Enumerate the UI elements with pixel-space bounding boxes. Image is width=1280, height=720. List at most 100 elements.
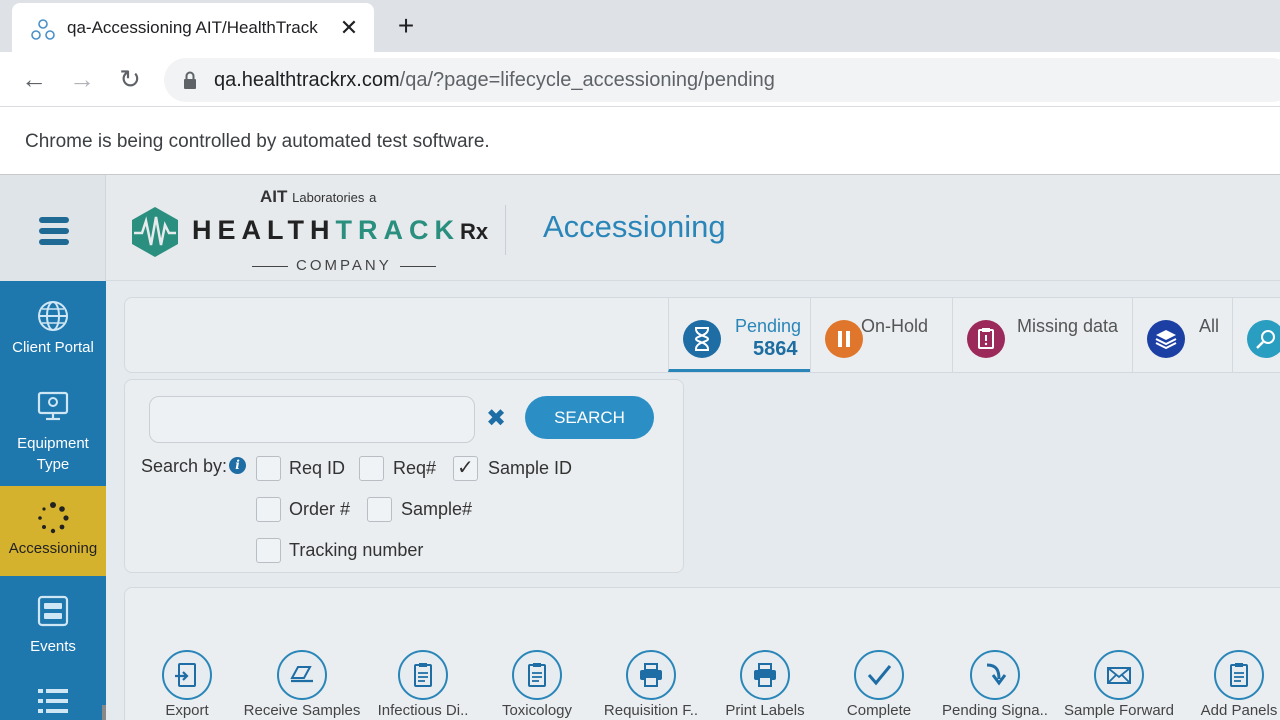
receive-samples-button[interactable]: Receive Samples [241,650,363,719]
arrow-down-icon [986,663,1007,686]
action-label: Print Labels [725,702,805,719]
tab-label: Pending [735,316,802,336]
clipboard-icon [1230,663,1248,687]
search-input[interactable] [149,396,475,443]
checkbox-label: Req# [393,458,437,478]
tab-label: On-Hold [861,316,929,336]
complete-button[interactable]: Complete [819,650,939,719]
search-panel: ✖ SEARCH Search by: i Req ID Req# Sample… [124,379,684,573]
globe-icon [38,301,68,331]
actions-panel: Export Receive Samples Infectious Di.. T… [124,587,1280,720]
add-panels-button[interactable]: Add Panels [1179,650,1280,719]
toxicology-button[interactable]: Toxicology [477,650,597,719]
checkbox-label: Req ID [289,458,346,478]
sidebar-item-client-portal[interactable]: Client Portal [0,299,106,371]
clipboard-alert-icon [967,320,1005,358]
checkbox-label: Sample# [401,499,473,519]
monitor-icon [37,391,69,421]
logo-ait-text: AIT Laboratories a [260,187,377,206]
browser-tab-strip: qa-Accessioning AIT/HealthTrack ✕ + [0,0,1280,52]
checkbox-req-id[interactable] [256,456,281,481]
tab-pending[interactable]: Pending 5864 [668,298,810,372]
browser-toolbar: ← → ↻ qa.healthtrackrx.com/qa/?page=life… [0,52,1280,107]
hourglass-icon [683,320,721,358]
action-label: Export [165,702,209,719]
status-tabs: Pending 5864 On-Hold Missing data All [124,297,1280,373]
new-tab-icon[interactable]: + [392,12,420,40]
page-title: Accessioning [543,209,726,244]
checkbox-sample-num[interactable] [367,497,392,522]
sidebar-item-list[interactable] [0,685,106,720]
clipboard-icon [414,663,432,687]
export-icon [175,663,196,687]
sidebar-item-equipment-type[interactable]: Equipment Type [0,389,106,481]
clear-search-icon[interactable]: ✖ [485,406,507,432]
action-label: Pending Signa.. [942,702,1048,719]
lock-icon [184,71,196,89]
sidebar-item-accessioning[interactable]: Accessioning [0,486,106,576]
checkbox-label: Tracking number [289,540,424,560]
app: AIT Laboratories a HEALTHTRACKRx COMPANY… [0,175,1280,720]
action-label: Requisition F.. [603,702,699,719]
tab-all[interactable]: All [1132,298,1232,372]
pending-signature-button[interactable]: Pending Signa.. [935,650,1055,719]
sidebar: Client Portal Equipment Type Accessionin… [0,281,106,720]
spinner-icon [38,502,69,534]
checkbox-tracking-number[interactable] [256,538,281,563]
action-label: Sample Forward [1063,702,1175,719]
list-icon [38,689,68,713]
layers-icon [1147,320,1185,358]
search-button[interactable]: SEARCH [525,396,654,439]
tab-label: Missing data [1017,316,1119,336]
close-tab-icon[interactable]: ✕ [338,15,360,41]
url-text: qa.healthtrackrx.com/qa/?page=lifecycle_… [214,69,775,91]
checkbox-label: Sample ID [488,458,573,478]
infectious-disease-button[interactable]: Infectious Di.. [363,650,483,719]
back-icon[interactable]: ← [19,64,49,94]
print-labels-button[interactable]: Print Labels [705,650,825,719]
checkbox-order-num[interactable] [256,497,281,522]
reload-icon[interactable]: ↻ [115,64,145,94]
checkbox-sample-id[interactable] [453,455,478,481]
logo-mark-icon [132,207,178,257]
clipboard-icon [528,663,546,687]
header-divider [505,205,506,255]
main-content: Pending 5864 On-Hold Missing data All ✖ … [106,281,1280,720]
favicon-icon [31,19,55,40]
address-bar[interactable]: qa.healthtrackrx.com/qa/?page=lifecycle_… [164,58,1280,102]
sample-forward-button[interactable]: Sample Forward [1059,650,1179,719]
action-label: Add Panels [1200,702,1278,719]
sidebar-item-label: Client Portal [12,339,94,356]
action-label: Complete [846,702,912,719]
tab-missing-data[interactable]: Missing data [952,298,1132,372]
menu-toggle[interactable] [0,175,106,281]
checkbox-req-num[interactable] [359,456,384,481]
sidebar-item-label: Equipment Type [17,435,89,473]
envelope-icon [1107,667,1131,684]
tab-on-hold[interactable]: On-Hold [810,298,952,372]
tab-title: qa-Accessioning AIT/HealthTrack [67,18,318,37]
search-by-label: Search by: [141,456,228,476]
hamburger-icon [39,217,69,245]
magnifier-icon [1247,320,1280,358]
checkmark-icon [867,665,892,686]
checkbox-label: Order # [289,499,351,519]
tab-search-more[interactable] [1232,298,1280,372]
action-label: Receive Samples [243,702,361,719]
infobar-text: Chrome is being controlled by automated … [25,131,490,152]
tray-icon [290,666,313,683]
logo-company-text: COMPANY [244,257,444,274]
server-list-icon [37,595,69,627]
automation-infobar: Chrome is being controlled by automated … [0,107,1280,175]
sidebar-item-label: Events [30,638,76,655]
action-label: Toxicology [501,702,573,719]
browser-tab[interactable]: qa-Accessioning AIT/HealthTrack ✕ [12,3,374,52]
info-icon[interactable]: i [229,457,246,474]
sidebar-item-events[interactable]: Events [0,594,106,666]
printer-icon [640,663,662,687]
export-button[interactable]: Export [127,650,247,719]
action-label: Infectious Di.. [377,702,469,719]
sidebar-item-label: Accessioning [8,540,98,557]
requisition-form-button[interactable]: Requisition F.. [591,650,711,719]
forward-icon[interactable]: → [67,64,97,94]
